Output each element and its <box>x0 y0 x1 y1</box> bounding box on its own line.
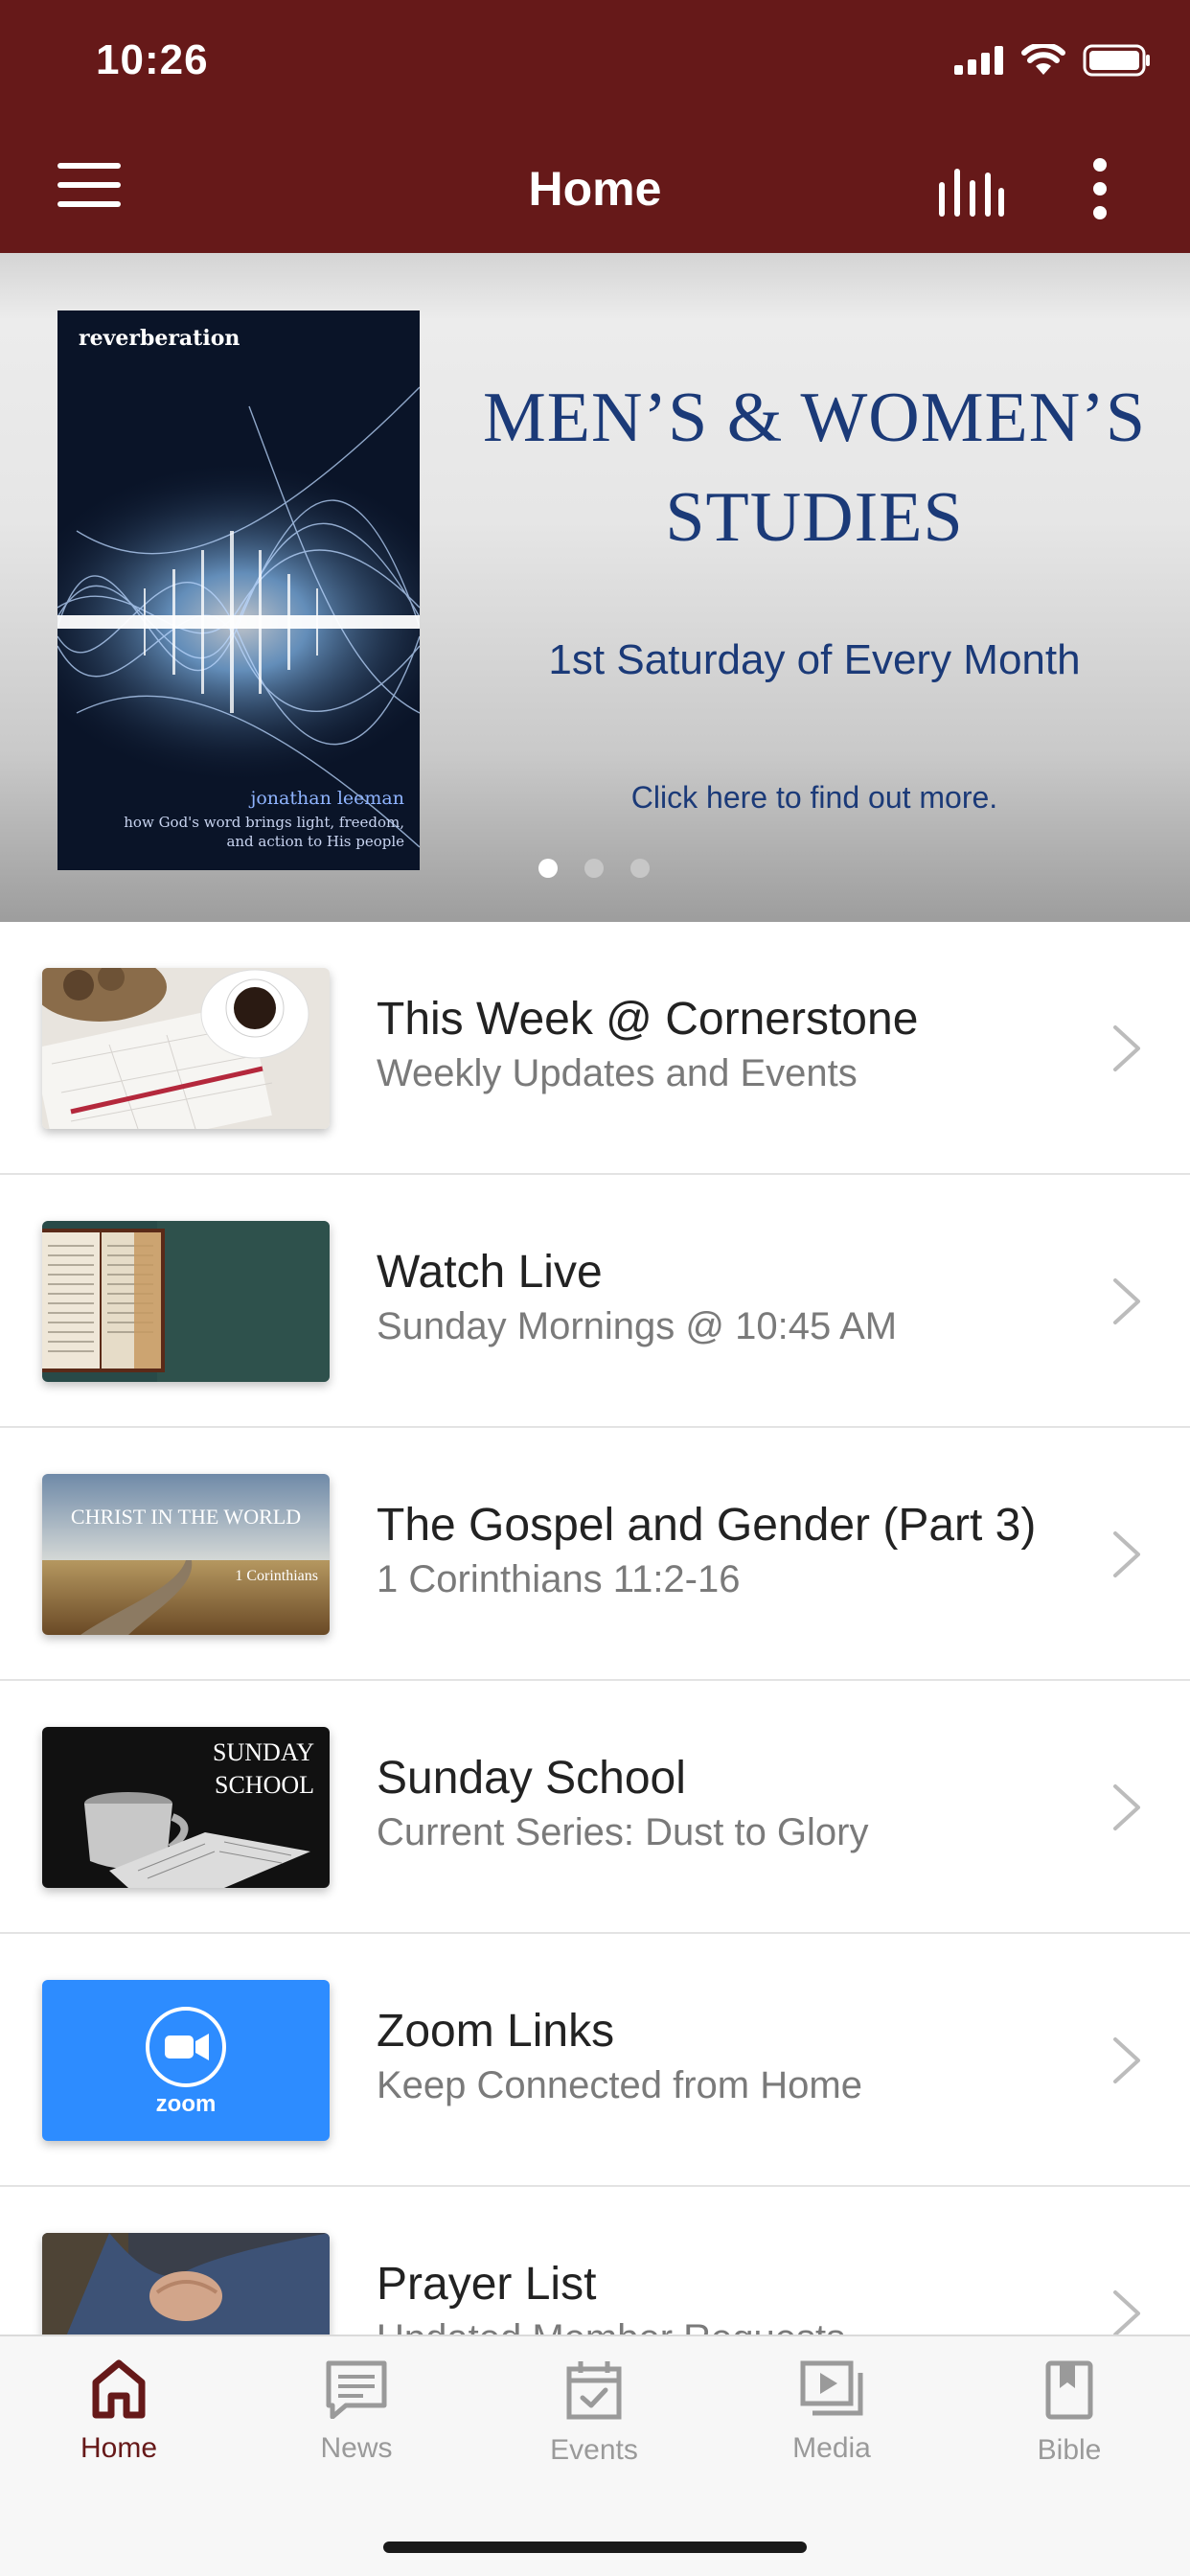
bible-icon <box>1045 2360 1093 2420</box>
list-item-title: The Gospel and Gender (Part 3) <box>377 1500 1037 1551</box>
tab-bible[interactable]: Bible <box>973 2359 1165 2467</box>
chevron-right-icon <box>1113 1784 1140 1830</box>
wifi-icon <box>1021 44 1065 75</box>
list-item-title: This Week @ Cornerstone <box>377 994 919 1045</box>
more-options-icon[interactable] <box>1083 157 1117 220</box>
list-item-subtitle: Sunday Mornings @ 10:45 AM <box>377 1305 898 1347</box>
banner-heading-line1: MEN’S & WOMEN’S <box>483 379 1146 457</box>
banner-subheading: 1st Saturday of Every Month <box>548 636 1081 683</box>
sermon-series-thumbnail: CHRIST IN THE WORLD 1 Corinthians <box>42 1474 330 1635</box>
status-icons <box>954 44 1152 77</box>
list-item-gospel-gender[interactable]: CHRIST IN THE WORLD 1 Corinthians The Go… <box>0 1428 1190 1681</box>
list-item-title: Zoom Links <box>377 2006 615 2057</box>
audio-equalizer-icon[interactable] <box>937 163 1006 217</box>
battery-icon <box>1083 44 1150 77</box>
carousel-page-indicator[interactable] <box>538 859 650 878</box>
bottom-tab-bar: Home News Events Media Bible <box>0 2334 1190 2576</box>
sound-wave-graphic <box>57 386 420 848</box>
list-item-watch-live[interactable]: Watch Live Sunday Mornings @ 10:45 AM <box>0 1175 1190 1428</box>
zoom-thumbnail: zoom <box>42 1980 330 2141</box>
thumbnail-caption: 1 Corinthians <box>235 1568 318 1584</box>
tab-label: News <box>320 2432 393 2464</box>
app-header: 10:26 Home <box>0 0 1190 253</box>
book-cover-image: reverberation jonathan leeman how God's … <box>57 310 420 870</box>
list-item-subtitle: Keep Connected from Home <box>377 2064 862 2106</box>
thumbnail-title: SUNDAY SCHOOL <box>213 1736 314 1802</box>
events-icon <box>566 2361 622 2420</box>
list-item-sunday-school[interactable]: SUNDAY SCHOOL Sunday School Current Seri… <box>0 1681 1190 1934</box>
book-subtitle: how God's word brings light, freedom, an… <box>124 814 404 850</box>
book-author: jonathan leeman <box>250 788 404 809</box>
list-item-subtitle: Current Series: Dust to Glory <box>377 1811 869 1853</box>
home-list: This Week @ Cornerstone Weekly Updates a… <box>0 922 1190 2440</box>
status-time: 10:26 <box>96 36 209 83</box>
list-item-this-week[interactable]: This Week @ Cornerstone Weekly Updates a… <box>0 922 1190 1175</box>
tab-media[interactable]: Media <box>736 2359 927 2465</box>
tab-label: Events <box>550 2434 638 2466</box>
carousel-dot[interactable] <box>630 859 650 878</box>
list-item-title: Sunday School <box>377 1753 686 1804</box>
promo-banner[interactable]: reverberation jonathan leeman how God's … <box>0 253 1190 922</box>
book-title: reverberation <box>79 326 240 351</box>
home-indicator[interactable] <box>383 2542 807 2553</box>
banner-cta-link[interactable]: Click here to find out more. <box>469 780 1159 816</box>
tab-label: Media <box>792 2432 871 2464</box>
tab-events[interactable]: Events <box>498 2359 690 2467</box>
tab-label: Bible <box>1037 2434 1102 2466</box>
tab-home[interactable]: Home <box>23 2359 215 2465</box>
tab-label: Home <box>80 2432 158 2464</box>
media-icon <box>800 2360 863 2416</box>
list-item-title: Watch Live <box>377 1247 603 1298</box>
carousel-dot[interactable] <box>584 859 604 878</box>
thumbnail-title-line: SCHOOL <box>214 1771 314 1799</box>
sunday-school-thumbnail: SUNDAY SCHOOL <box>42 1727 330 1888</box>
open-bible-thumbnail <box>42 1221 330 1382</box>
list-item-subtitle: Weekly Updates and Events <box>377 1052 858 1094</box>
banner-heading-line2: STUDIES <box>665 478 964 557</box>
chevron-right-icon <box>1113 2290 1140 2336</box>
chevron-right-icon <box>1113 1531 1140 1577</box>
banner-heading: MEN’S & WOMEN’S STUDIES <box>469 368 1159 567</box>
thumbnail-title-line: SUNDAY <box>213 1738 314 1766</box>
thumbnail-series-text: CHRIST IN THE WORLD <box>70 1505 302 1529</box>
cellular-signal-icon <box>954 46 1003 75</box>
tab-news[interactable]: News <box>261 2359 452 2465</box>
home-icon <box>92 2359 146 2419</box>
planner-coffee-thumbnail <box>42 968 330 1129</box>
carousel-dot[interactable] <box>538 859 558 878</box>
page-title: Home <box>528 162 662 216</box>
list-item-zoom-links[interactable]: zoom Zoom Links Keep Connected from Home <box>0 1934 1190 2187</box>
chevron-right-icon <box>1113 2037 1140 2083</box>
news-icon <box>326 2360 387 2419</box>
chevron-right-icon <box>1113 1025 1140 1071</box>
zoom-wordmark: zoom <box>155 2091 217 2117</box>
chevron-right-icon <box>1113 1278 1140 1324</box>
list-item-title: Prayer List <box>377 2259 597 2310</box>
list-item-subtitle: 1 Corinthians 11:2-16 <box>377 1558 741 1600</box>
